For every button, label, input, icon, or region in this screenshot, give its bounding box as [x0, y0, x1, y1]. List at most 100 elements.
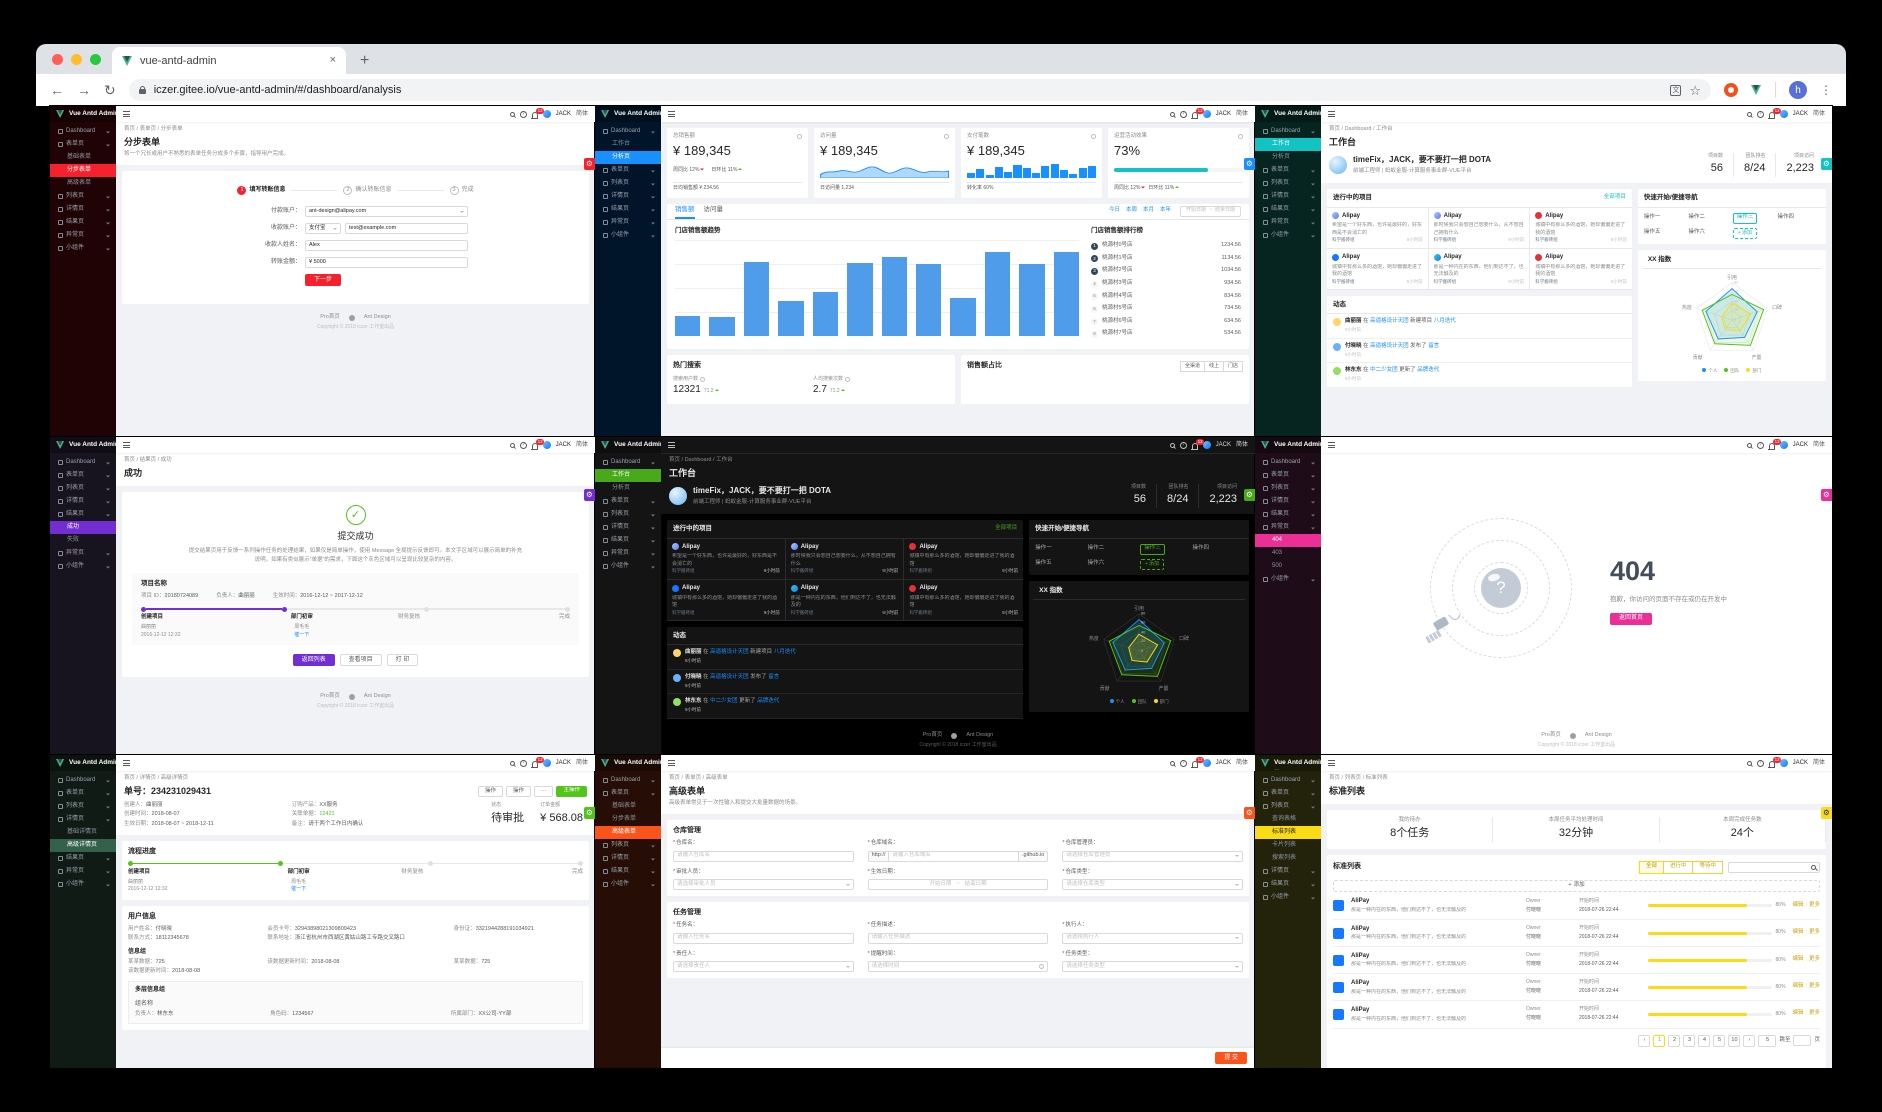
back-icon[interactable]: ← — [50, 83, 64, 97]
username[interactable]: JACK — [1793, 441, 1808, 450]
bell-icon[interactable]: 12 — [1768, 757, 1782, 768]
footer-link[interactable]: Pro首页 — [320, 693, 340, 701]
sidebar-item[interactable]: 结果页 — [1255, 878, 1321, 891]
footer-link[interactable]: Pro首页 — [923, 732, 943, 740]
settings-gear-button[interactable]: ⚙ — [584, 489, 595, 501]
remind-link[interactable]: 催一下 — [242, 886, 356, 894]
bar[interactable] — [812, 291, 839, 336]
feed-group-link[interactable]: 中二少女团 — [1370, 367, 1398, 373]
project-card[interactable]: Alipay 那是一种内在的东西，他们到达不了，也无法触及的 科学搬砖组 9小时前 — [1428, 248, 1531, 291]
info-icon[interactable] — [1238, 134, 1243, 140]
help-icon[interactable]: ? — [1756, 441, 1764, 449]
footer-link[interactable]: Ant Design — [1585, 732, 1612, 740]
field-control[interactable]: 请选择时间 — [867, 961, 1049, 973]
project-card[interactable]: Alipay 城镇中有那么多的酒馆，她却偏偏走进了我的酒馆 科学搬砖组 9小时前 — [1327, 248, 1429, 291]
sidebar-item[interactable]: 结果页 — [595, 203, 661, 216]
sidebar-item[interactable]: 失败 — [50, 534, 116, 547]
page-button[interactable]: 10 — [1728, 1034, 1741, 1047]
edit-link[interactable]: 编辑 — [1793, 929, 1804, 935]
more-link[interactable]: 更多 — [1809, 1010, 1820, 1016]
settings-gear-button[interactable]: ⚙ — [1244, 807, 1255, 819]
browser-tab[interactable]: vue-antd-admin × — [112, 47, 346, 74]
sidebar-item[interactable]: 高级表单 — [595, 826, 661, 839]
bell-icon[interactable]: 12 — [1191, 108, 1205, 119]
feed-group-link[interactable]: 高逼格设计天团 — [1370, 343, 1409, 349]
account-type-select[interactable]: 支付宝 — [305, 222, 341, 234]
close-window-button[interactable] — [52, 54, 63, 65]
bell-icon[interactable]: 12 — [1191, 757, 1205, 768]
next-step-button[interactable]: 下一步 — [305, 273, 342, 286]
edit-link[interactable]: 编辑 — [1793, 983, 1804, 989]
feed-target-link[interactable]: 留言 — [1428, 343, 1439, 349]
submit-button[interactable]: 提 交 — [1215, 1052, 1247, 1064]
hamburger-icon[interactable] — [668, 760, 675, 766]
lang-switch[interactable]: 简体 — [576, 110, 588, 119]
bar[interactable] — [675, 315, 701, 336]
sidebar-item[interactable]: 表单页 — [50, 469, 116, 482]
username[interactable]: JACK — [556, 759, 571, 768]
settings-gear-button[interactable]: ⚙ — [584, 158, 595, 170]
field-control[interactable]: 请输入仓库名 — [673, 850, 854, 862]
sidebar-item[interactable]: 基础详情页 — [50, 826, 116, 839]
info-icon[interactable] — [700, 377, 706, 382]
segment-button[interactable]: 全渠道 — [1179, 360, 1205, 372]
project-group-link[interactable]: 科学搬砖组 — [909, 610, 932, 617]
sidebar-item[interactable]: 异常页 — [50, 547, 116, 560]
list-row[interactable]: AliPay 那是一种内在的东西，他们到达不了，也无法触及的 Owner 付晓晓 开… — [1333, 1001, 1820, 1029]
settings-gear-button[interactable]: ⚙ — [584, 807, 595, 819]
search-icon[interactable] — [509, 760, 515, 766]
payment-account-select[interactable]: ant-design@alipay.com — [305, 205, 468, 217]
sidebar-item[interactable]: 列表页 — [595, 177, 661, 190]
edit-link[interactable]: 编辑 — [1793, 1010, 1804, 1016]
sidebar-item[interactable]: Dashboard — [595, 125, 661, 138]
help-icon[interactable]: ? — [1179, 110, 1187, 118]
quick-op-link[interactable]: 操作一 — [1644, 213, 1687, 224]
sidebar-item[interactable]: 小组件 — [1255, 229, 1321, 242]
lang-switch[interactable]: 简体 — [1813, 441, 1825, 450]
username[interactable]: JACK — [1216, 759, 1231, 768]
project-card[interactable]: Alipay 那时候我只会想自己想要什么，从不想自己拥有什么 科学搬砖组 9小时前 — [1428, 207, 1531, 249]
sidebar-item[interactable]: 高级表单 — [50, 177, 116, 190]
quick-op-link[interactable]: 操作五 — [1035, 559, 1085, 570]
search-icon[interactable] — [1169, 760, 1175, 766]
bell-icon[interactable]: 12 — [1768, 439, 1782, 450]
sidebar-item[interactable]: 表单页 — [1255, 469, 1321, 482]
sidebar-item[interactable]: 404 — [1255, 534, 1321, 547]
sidebar-item[interactable]: Dashboard — [595, 774, 661, 787]
all-projects-link[interactable]: 全部项目 — [995, 525, 1017, 533]
sidebar-item[interactable]: 表单页 — [50, 138, 116, 151]
page-button[interactable]: 2 — [1668, 1034, 1681, 1047]
help-icon[interactable]: ? — [519, 759, 527, 767]
vue-devtools-icon[interactable] — [1751, 85, 1762, 95]
more-link[interactable]: 更多 — [1809, 983, 1820, 989]
bell-icon[interactable]: 12 — [531, 439, 545, 450]
field-control[interactable]: 请选择仓库管理员 — [1062, 850, 1243, 862]
quick-op-link[interactable]: 操作六 — [1088, 559, 1138, 570]
breadcrumb[interactable]: 首页 / Dashboard / 工作台 — [669, 457, 1247, 465]
sidebar-item[interactable]: 表单页 — [50, 787, 116, 800]
sidebar-item[interactable]: 详情页 — [50, 813, 116, 826]
sidebar-item[interactable]: 详情页 — [50, 495, 116, 508]
project-group-link[interactable]: 科学搬砖组 — [791, 568, 814, 575]
page-button[interactable]: ‹ — [1638, 1034, 1651, 1047]
sidebar-item[interactable]: 小组件 — [595, 229, 661, 242]
tab-sales[interactable]: 销售额 — [675, 203, 695, 220]
date-range-picker[interactable]: 开始日期 ~ 结束日期 — [1180, 205, 1241, 217]
sidebar-item[interactable]: 表单页 — [595, 787, 661, 800]
sidebar-item[interactable]: 结果页 — [1255, 508, 1321, 521]
back-home-button[interactable]: 返回首页 — [1610, 612, 1653, 625]
bell-icon[interactable]: 12 — [1191, 439, 1205, 450]
hamburger-icon[interactable] — [123, 111, 130, 117]
sidebar-item[interactable]: 异常页 — [50, 229, 116, 242]
sidebar-item[interactable]: 表单页 — [1255, 164, 1321, 177]
info-icon[interactable] — [797, 134, 802, 140]
filter-button[interactable]: 全部 — [1638, 860, 1664, 874]
bar[interactable] — [984, 251, 1011, 336]
sidebar-item[interactable]: 表单页 — [595, 495, 661, 508]
sidebar-item[interactable]: 小组件 — [1255, 573, 1321, 586]
sidebar-item[interactable]: Dashboard — [1255, 774, 1321, 787]
hamburger-icon[interactable] — [1328, 760, 1335, 766]
page-button[interactable]: 4 — [1698, 1034, 1711, 1047]
receiver-name-input[interactable]: Alex — [305, 239, 468, 251]
bar[interactable] — [1019, 263, 1045, 336]
